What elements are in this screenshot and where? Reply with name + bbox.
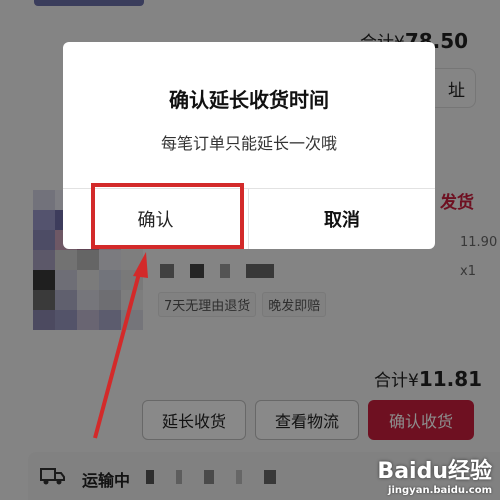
pointer-arrow-icon [93,252,148,439]
baidu-watermark: Baidu经验 jingyan.baidu.com [377,459,492,496]
